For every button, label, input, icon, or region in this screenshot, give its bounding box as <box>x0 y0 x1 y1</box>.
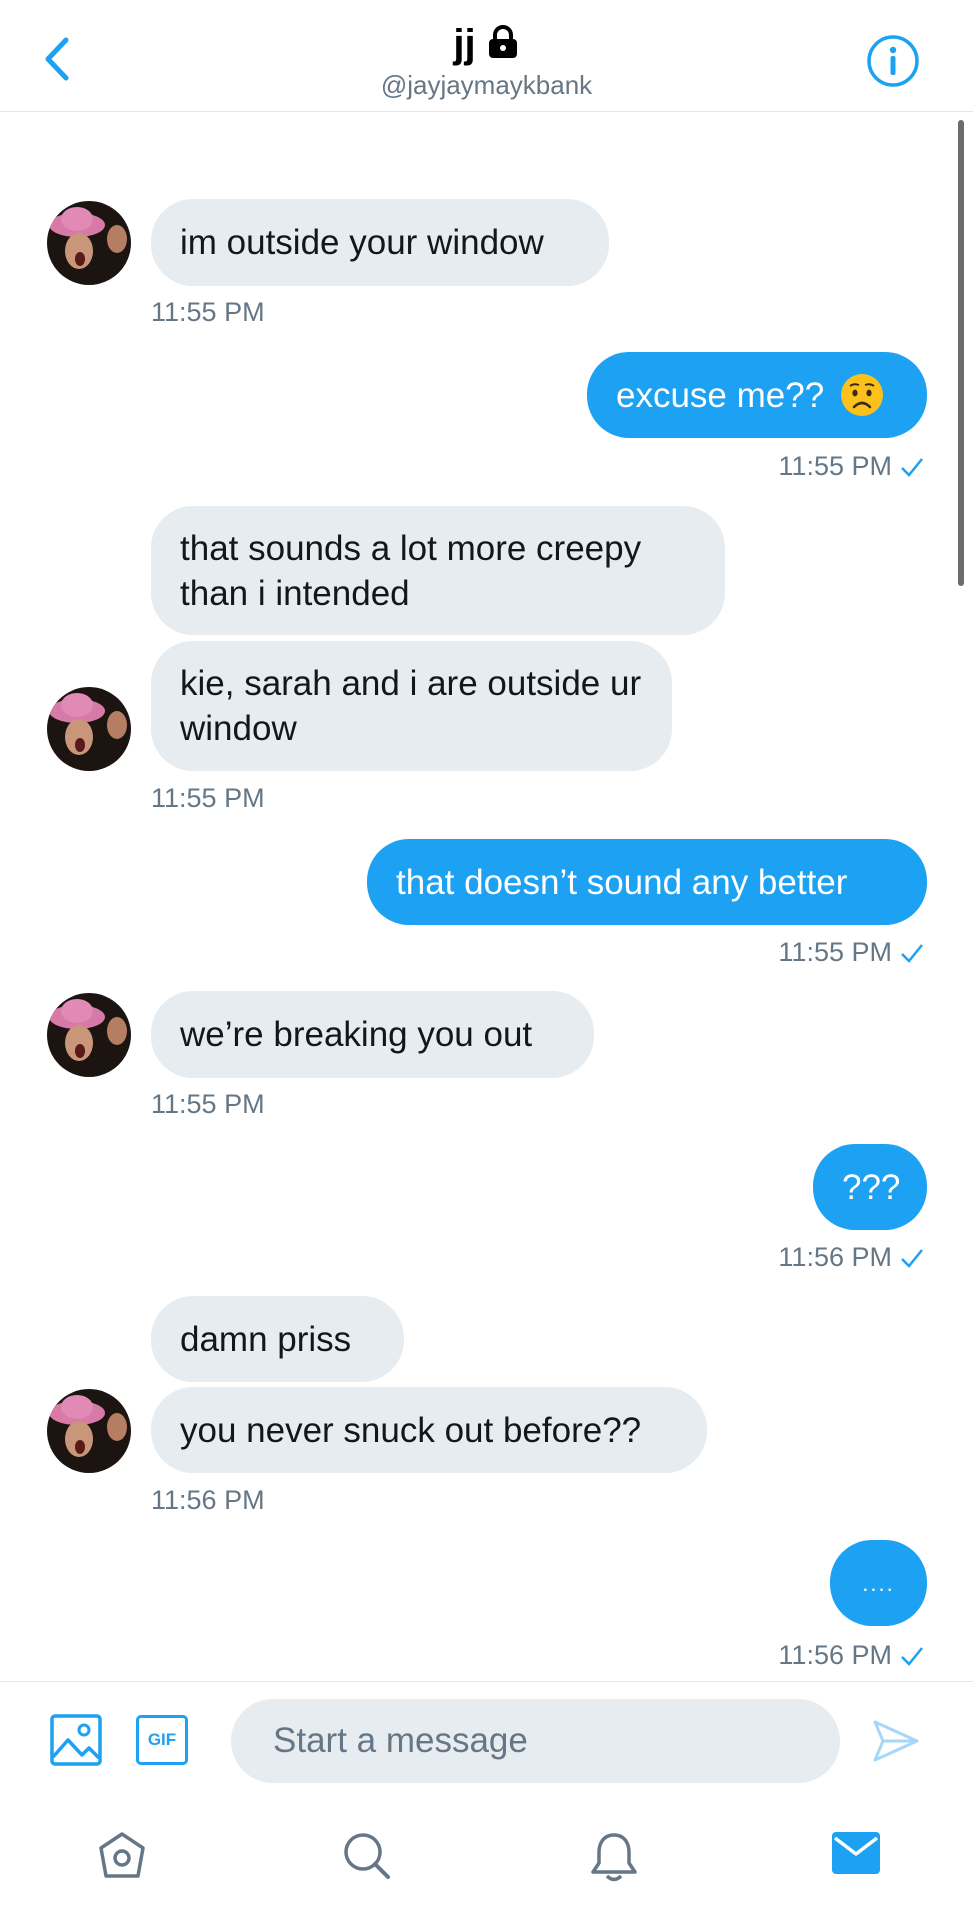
search-icon[interactable] <box>341 1830 393 1882</box>
conversation-title[interactable]: jj <box>0 22 973 66</box>
message-text: we’re breaking you out <box>180 1015 533 1054</box>
message-status: 11:56 PM <box>778 1640 924 1671</box>
notifications-icon[interactable] <box>588 1830 640 1884</box>
message-timestamp: 11:56 PM <box>778 1242 892 1272</box>
worried-face-emoji-icon <box>841 374 884 416</box>
message-text: that doesn’t sound any better <box>396 862 848 902</box>
message-timestamp: 11:56 PM <box>778 1640 892 1670</box>
message-timestamp: 11:55 PM <box>151 783 265 813</box>
read-check-icon <box>901 1646 923 1666</box>
message-bubble-received[interactable]: we’re breaking you out <box>151 991 594 1078</box>
message-timestamp: 11:55 PM <box>778 451 892 481</box>
message-timestamp: 11:56 PM <box>151 1485 265 1515</box>
scrollbar[interactable] <box>958 120 964 586</box>
message-bubble-received[interactable]: that sounds a lot more creepy than i int… <box>151 506 725 635</box>
gif-icon[interactable]: GIF <box>136 1715 188 1765</box>
image-icon[interactable] <box>49 1713 103 1767</box>
send-icon[interactable] <box>871 1716 921 1766</box>
message-bubble-received[interactable]: im outside your window <box>151 199 609 286</box>
message-timestamp: 11:55 PM <box>778 937 892 967</box>
message-text: im outside your window <box>180 223 544 262</box>
messages-icon[interactable] <box>831 1830 881 1876</box>
conversation-header: jj @jayjaymaykbank <box>0 0 973 112</box>
avatar-image <box>47 201 131 285</box>
avatar[interactable] <box>47 993 131 1077</box>
avatar-image <box>47 993 131 1077</box>
avatar-image <box>47 1389 131 1473</box>
message-status: 11:55 PM <box>778 937 924 968</box>
message-text: ??? <box>842 1167 901 1207</box>
read-check-icon <box>901 1248 923 1268</box>
avatar[interactable] <box>47 201 131 285</box>
message-input[interactable]: Start a message <box>231 1699 840 1783</box>
avatar[interactable] <box>47 1389 131 1473</box>
message-bubble-sent[interactable]: excuse me?? <box>587 352 927 438</box>
message-text: damn priss <box>180 1319 352 1359</box>
read-check-icon <box>901 943 923 963</box>
message-bubble-sent[interactable]: ??? <box>813 1144 927 1230</box>
gif-label: GIF <box>147 1730 177 1749</box>
message-bubble-received[interactable]: you never snuck out before?? <box>151 1387 707 1473</box>
message-text: excuse me?? <box>616 375 825 415</box>
home-icon[interactable] <box>96 1830 148 1882</box>
lock-icon <box>488 25 517 58</box>
message-text: that sounds a lot more creepy than i int… <box>180 528 642 613</box>
message-bubble-received[interactable]: kie, sarah and i are outside ur window <box>151 641 672 771</box>
contact-handle: @jayjaymaykbank <box>380 70 593 100</box>
avatar[interactable] <box>47 687 131 771</box>
message-text: you never snuck out before?? <box>180 1410 642 1450</box>
avatar-image <box>47 687 131 771</box>
message-timestamp: 11:55 PM <box>151 297 265 327</box>
contact-name: jj <box>453 22 476 66</box>
message-bubble-sent[interactable]: that doesn’t sound any better <box>367 839 927 925</box>
message-status: 11:56 PM <box>778 1242 924 1273</box>
message-text: .... <box>862 1570 895 1596</box>
info-icon[interactable] <box>866 34 920 88</box>
message-bubble-sent[interactable]: .... <box>830 1540 927 1626</box>
message-text: kie, sarah and i are outside ur window <box>180 664 642 748</box>
message-input-placeholder: Start a message <box>273 1721 528 1760</box>
read-check-icon <box>901 457 923 477</box>
message-timestamp: 11:55 PM <box>151 1089 265 1119</box>
message-status: 11:55 PM <box>778 451 924 482</box>
message-bubble-received[interactable]: damn priss <box>151 1296 404 1382</box>
